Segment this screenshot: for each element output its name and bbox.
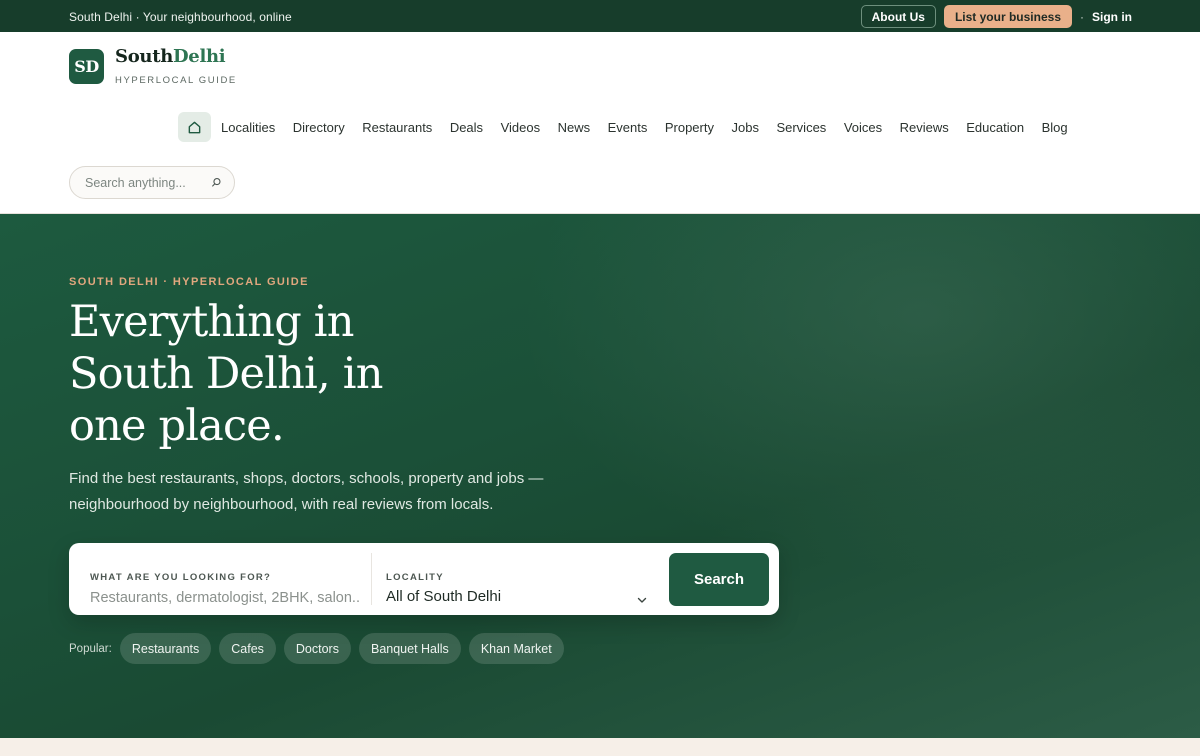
logo-name[interactable]: SouthDelhi xyxy=(115,46,226,67)
hero-background-glow xyxy=(520,214,1200,574)
nav-item-news[interactable]: News xyxy=(558,120,591,135)
locality-value: All of South Delhi xyxy=(386,588,502,605)
nav-item-education[interactable]: Education xyxy=(966,120,1024,135)
nav-item-directory[interactable]: Directory xyxy=(293,120,345,135)
header-search xyxy=(69,166,235,199)
nav-home-button[interactable] xyxy=(178,112,211,142)
locality-select[interactable]: LOCALITY All of South Delhi xyxy=(373,553,663,605)
main-nav: Localities Directory Restaurants Deals V… xyxy=(178,112,1085,142)
next-section-edge xyxy=(0,738,1200,756)
top-bar-actions: About Us List your business · Sign in xyxy=(860,5,1132,28)
logo-name-part1: South xyxy=(115,46,173,67)
chevron-down-icon xyxy=(637,591,647,609)
popular-chip-banquet-halls[interactable]: Banquet Halls xyxy=(358,633,461,664)
what-field: WHAT ARE YOU LOOKING FOR? xyxy=(69,553,372,606)
nav-item-property[interactable]: Property xyxy=(665,120,714,135)
popular-chip-doctors[interactable]: Doctors xyxy=(283,633,351,664)
logo-name-part2: Delhi xyxy=(173,46,226,67)
what-label: WHAT ARE YOU LOOKING FOR? xyxy=(90,572,272,583)
about-us-button[interactable]: About Us xyxy=(860,5,936,28)
search-button[interactable]: Search xyxy=(669,553,769,606)
separator: · xyxy=(1080,9,1084,24)
sign-in-link[interactable]: Sign in xyxy=(1092,10,1132,24)
nav-item-events[interactable]: Events xyxy=(608,120,648,135)
popular-chip-cafes[interactable]: Cafes xyxy=(219,633,276,664)
popular-chip-restaurants[interactable]: Restaurants xyxy=(119,633,212,664)
nav-item-jobs[interactable]: Jobs xyxy=(731,120,758,135)
site-header: SD SouthDelhi HYPERLOCAL GUIDE Localitie… xyxy=(0,32,1200,214)
nav-item-deals[interactable]: Deals xyxy=(450,120,483,135)
locality-label: LOCALITY xyxy=(386,572,444,583)
hero-search-box: WHAT ARE YOU LOOKING FOR? LOCALITY All o… xyxy=(69,543,779,615)
what-input[interactable] xyxy=(90,590,360,606)
logo-badge[interactable]: SD xyxy=(69,49,104,84)
nav-item-blog[interactable]: Blog xyxy=(1042,120,1068,135)
hero-eyebrow: SOUTH DELHI · HYPERLOCAL GUIDE xyxy=(69,276,309,288)
home-icon xyxy=(188,121,201,133)
list-business-button[interactable]: List your business xyxy=(943,5,1072,28)
hero: SOUTH DELHI · HYPERLOCAL GUIDE Everythin… xyxy=(0,214,1200,738)
top-bar-tagline: South Delhi · Your neighbourhood, online xyxy=(69,10,292,24)
logo-subtitle: HYPERLOCAL GUIDE xyxy=(115,75,237,86)
nav-item-reviews[interactable]: Reviews xyxy=(900,120,949,135)
nav-item-voices[interactable]: Voices xyxy=(844,120,882,135)
hero-headline: Everything in South Delhi, in one place. xyxy=(69,297,383,451)
nav-item-services[interactable]: Services xyxy=(776,120,826,135)
nav-item-localities[interactable]: Localities xyxy=(221,120,275,135)
popular-label: Popular: xyxy=(69,642,112,655)
top-bar: South Delhi · Your neighbourhood, online… xyxy=(0,0,1200,32)
header-search-input[interactable] xyxy=(85,175,203,190)
popular-chip-khan-market[interactable]: Khan Market xyxy=(468,633,564,664)
hero-lede: Find the best restaurants, shops, doctor… xyxy=(69,470,544,513)
nav-item-restaurants[interactable]: Restaurants xyxy=(362,120,432,135)
nav-item-videos[interactable]: Videos xyxy=(501,120,541,135)
search-icon[interactable] xyxy=(211,177,222,188)
popular-searches: Popular: Restaurants Cafes Doctors Banqu… xyxy=(69,633,564,664)
